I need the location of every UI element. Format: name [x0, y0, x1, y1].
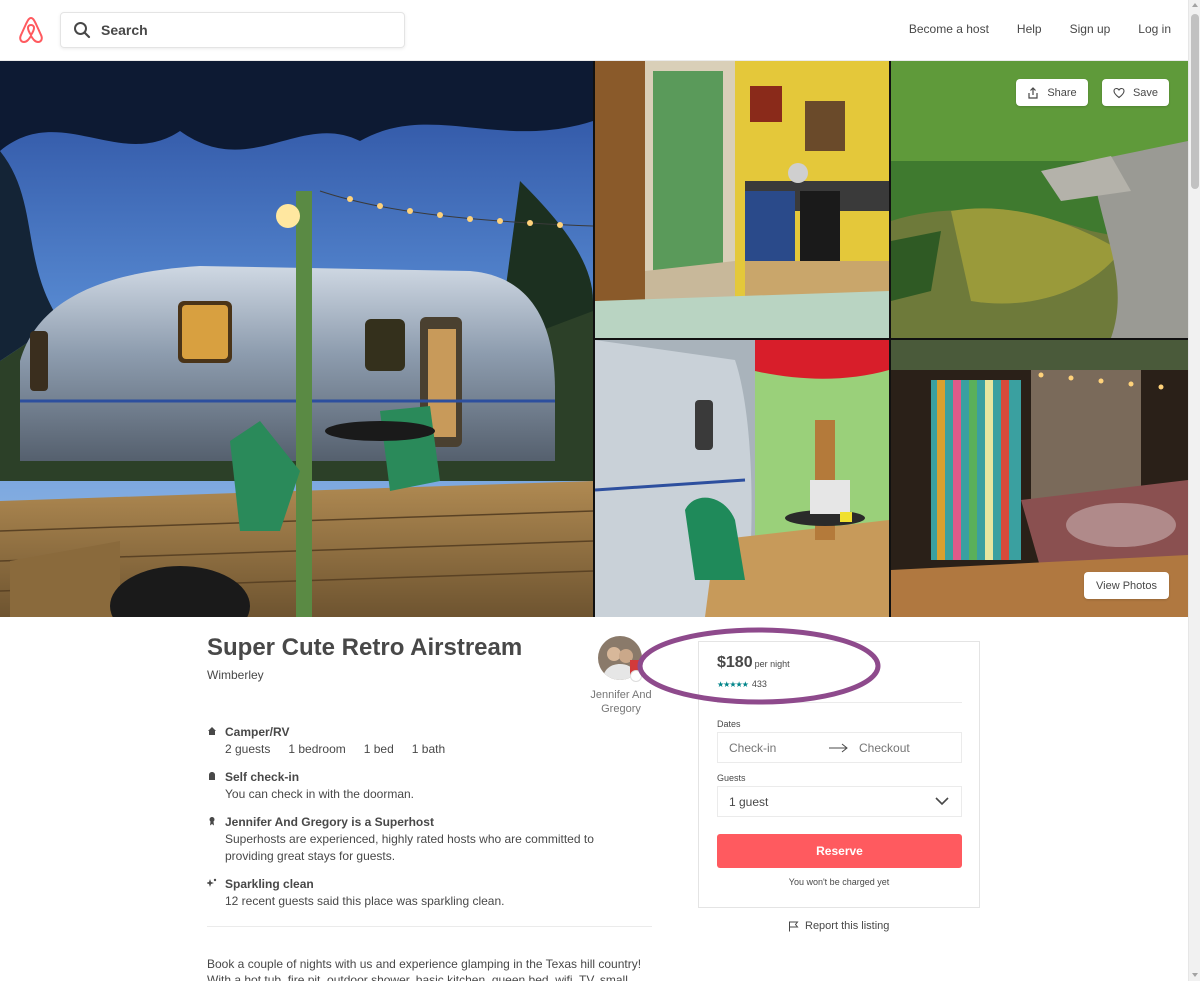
check-in-field[interactable]: Check-in: [729, 741, 829, 755]
feature-stats: 2 guests 1 bedroom 1 bed 1 bath: [225, 741, 645, 758]
sparkle-icon: [207, 878, 217, 887]
guests-count: 2 guests: [225, 742, 271, 756]
host-name[interactable]: Jennifer And Gregory: [585, 688, 657, 716]
medal-icon: [209, 817, 215, 826]
report-listing-link[interactable]: Report this listing: [788, 920, 889, 932]
per-night-label: per night: [754, 659, 790, 669]
section-divider: [207, 926, 652, 927]
booking-card: $180 per night ★★★★★ 433 Dates Check-in C…: [698, 641, 980, 908]
superhost-badge-icon: [630, 670, 642, 682]
search-bar[interactable]: [60, 12, 405, 48]
search-icon: [74, 22, 91, 39]
no-charge-note: You won't be charged yet: [788, 877, 890, 887]
feature-title: Sparkling clean: [225, 877, 314, 891]
feature-description: 12 recent guests said this place was spa…: [225, 894, 505, 908]
bed-count: 1 bed: [363, 742, 394, 756]
scroll-up-icon[interactable]: [1192, 3, 1198, 7]
heart-icon: [1113, 87, 1125, 98]
chevron-down-icon: [935, 797, 949, 806]
share-label: Share: [1047, 86, 1077, 99]
feature-description: You can check in with the doorman.: [225, 787, 415, 801]
report-label: Report this listing: [805, 920, 890, 932]
patio-photo[interactable]: [595, 340, 889, 617]
price-per-night: $180 per night: [717, 654, 790, 672]
share-button[interactable]: Share: [1016, 79, 1088, 106]
save-button[interactable]: Save: [1102, 79, 1169, 106]
flag-icon: [789, 921, 799, 931]
scroll-down-icon[interactable]: [1192, 973, 1198, 977]
price-value: $180: [717, 654, 753, 671]
listing-title: Super Cute Retro Airstream: [207, 634, 523, 661]
become-a-host-link[interactable]: Become a host: [909, 22, 989, 36]
bedroom-count: 1 bedroom: [288, 742, 346, 756]
feature-title: Camper/RV: [225, 725, 290, 739]
share-icon: [1028, 86, 1038, 99]
date-picker[interactable]: Check-in Checkout: [717, 732, 962, 763]
home-icon: [208, 727, 216, 735]
sign-up-link[interactable]: Sign up: [1070, 22, 1111, 36]
rating-stars: ★★★★★: [717, 679, 749, 689]
listing-location[interactable]: Wimberley: [207, 668, 264, 682]
dates-label: Dates: [717, 719, 741, 729]
top-nav-bar: Become a host Help Sign up Log in: [0, 0, 1188, 61]
feature-description: Superhosts are experienced, highly rated…: [225, 832, 594, 863]
help-link[interactable]: Help: [1017, 22, 1042, 36]
reserve-button[interactable]: Reserve: [717, 834, 962, 868]
view-photos-button[interactable]: View Photos: [1084, 572, 1169, 599]
listing-description: Book a couple of nights with us and expe…: [207, 957, 642, 981]
bath-count: 1 bath: [411, 742, 446, 756]
log-in-link[interactable]: Log in: [1138, 22, 1171, 36]
save-label: Save: [1132, 86, 1159, 99]
search-input[interactable]: [101, 22, 381, 38]
guests-label: Guests: [717, 773, 746, 783]
feature-title: Jennifer And Gregory is a Superhost: [225, 815, 434, 829]
airbnb-logo-icon[interactable]: [18, 16, 44, 44]
header-nav: Become a host Help Sign up Log in: [881, 22, 1171, 36]
checkout-field[interactable]: Checkout: [859, 741, 910, 755]
feature-title: Self check-in: [225, 770, 300, 784]
booking-divider: [717, 702, 962, 703]
guests-value: 1 guest: [729, 794, 769, 809]
guests-dropdown[interactable]: 1 guest: [717, 786, 962, 817]
key-icon: [209, 772, 215, 780]
rating-summary[interactable]: ★★★★★ 433: [717, 679, 767, 689]
airstream-exterior-photo[interactable]: [0, 61, 593, 617]
kitchen-interior-photo[interactable]: [595, 61, 889, 338]
scroll-thumb[interactable]: [1191, 14, 1199, 189]
arrow-right-icon: [829, 743, 848, 752]
photo-gallery: [0, 61, 1188, 617]
review-count: 433: [751, 679, 767, 689]
page-scrollbar[interactable]: [1188, 0, 1200, 981]
